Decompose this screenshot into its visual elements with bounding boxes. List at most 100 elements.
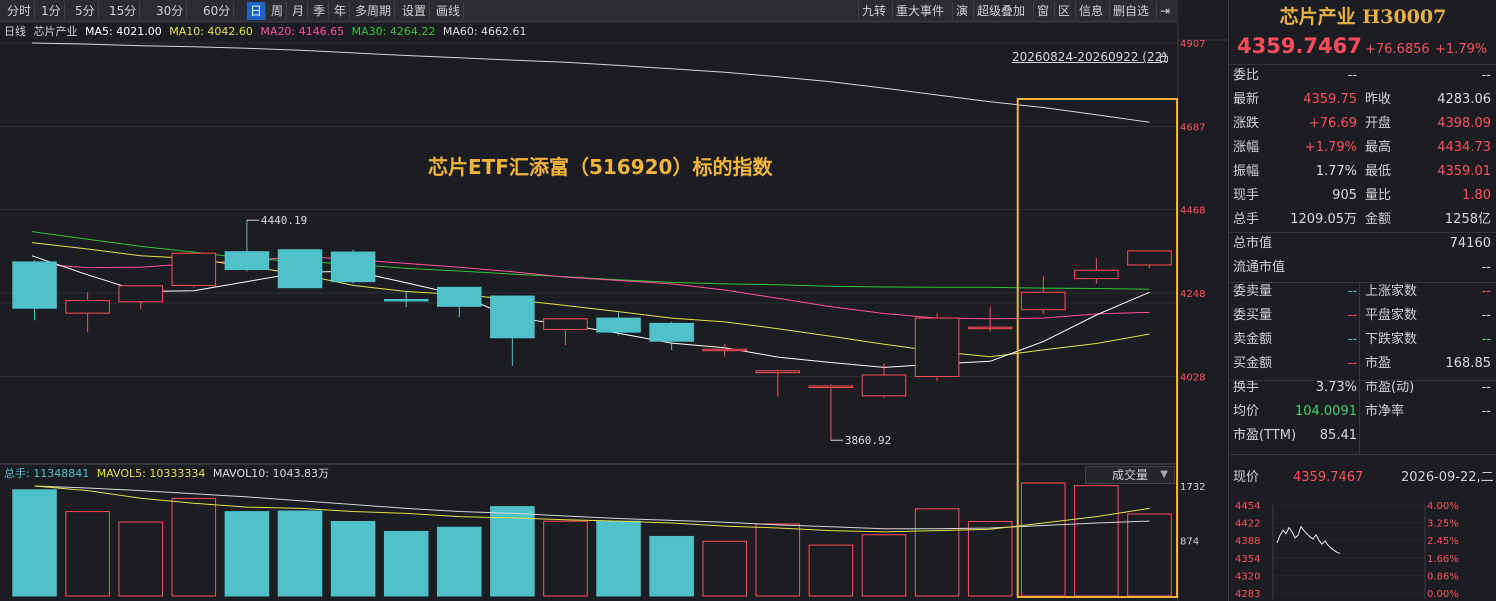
column-divider <box>1359 282 1360 454</box>
candle <box>171 252 217 288</box>
mini-pct-label: 2.45% <box>1427 536 1459 547</box>
volume-bar <box>596 520 641 597</box>
mini-price-label: 4354 <box>1235 554 1260 565</box>
quote-row: 流通市值 -- <box>1229 256 1496 280</box>
quote-v1: 4359.75 <box>1303 92 1357 107</box>
current-date: 2026-09-22,二 <box>1401 470 1494 485</box>
quote-v1: 1.77% <box>1315 164 1357 179</box>
ma60-value: MA60: 4662.61 <box>442 25 527 38</box>
candle <box>1021 276 1066 314</box>
quote-row: 总手 1209.05万 金额 1258亿 <box>1229 208 1496 232</box>
quote-l2: 下跌家数 <box>1365 332 1418 347</box>
candle-body <box>755 370 801 374</box>
quote-l2: 市盈 <box>1365 356 1392 371</box>
price-axis-label: 4028 <box>1180 372 1205 383</box>
sep-top <box>1229 64 1496 65</box>
sep-val <box>1229 380 1496 381</box>
quote-v1: -- <box>1347 284 1357 299</box>
quote-l1: 总手 <box>1233 212 1260 227</box>
quote-l1: 最新 <box>1233 92 1260 107</box>
volume-bar <box>861 534 907 597</box>
candle-body <box>1074 269 1119 280</box>
candle <box>543 318 588 346</box>
quote-l1: 买金额 <box>1233 356 1273 371</box>
candle <box>224 220 270 272</box>
lock-icon[interactable] <box>1159 52 1169 62</box>
candle <box>118 285 163 310</box>
mini-price-label: 4320 <box>1235 571 1260 582</box>
candle-body <box>224 251 270 271</box>
quote-l1: 委卖量 <box>1233 284 1273 299</box>
quote-v1: 104.0091 <box>1294 404 1357 419</box>
quote-row: 买金额 -- 市盈 168.85 <box>1229 352 1496 376</box>
candle <box>65 292 110 333</box>
volume-indicator-select[interactable]: 成交量 ▼ <box>1085 466 1175 484</box>
volume-indicator-line: 总手: 11348841 MAVOL5: 10333334 MAVOL10: 1… <box>4 466 333 482</box>
quote-l1: 振幅 <box>1233 164 1260 179</box>
candle <box>808 384 854 441</box>
quote-l2: 昨收 <box>1365 92 1392 107</box>
candle <box>702 343 747 357</box>
quote-v2: -- <box>1481 68 1491 83</box>
candle-body <box>437 286 482 307</box>
total-volume: 总手: 11348841 <box>4 467 90 480</box>
volume-bar <box>171 497 217 597</box>
candle-body <box>1021 291 1066 311</box>
candle-body <box>490 295 535 339</box>
current-price-value: 4359.7467 <box>1293 470 1364 485</box>
volume-bar <box>1127 513 1172 597</box>
candle-body <box>808 385 854 388</box>
mini-pct-label: 3.25% <box>1427 519 1459 530</box>
mavol10-value: MAVOL10: 1043.83万 <box>212 467 329 480</box>
volume-bar <box>808 544 854 597</box>
chart-annotation: 芯片ETF汇添富（516920）标的指数 <box>428 155 773 179</box>
candle-body <box>12 261 57 309</box>
quote-v1: -- <box>1347 332 1357 347</box>
candle-body <box>543 318 588 330</box>
last-price: 4359.7467 <box>1237 34 1362 58</box>
candle-body <box>861 374 907 397</box>
quote-v1: 905 <box>1332 188 1357 203</box>
price-axis-label: 4907 <box>1180 39 1205 50</box>
quote-l1: 总市值 <box>1233 236 1273 251</box>
quote-row: 卖金额 -- 下跌家数 -- <box>1229 328 1496 352</box>
price-axis-label: 4687 <box>1180 122 1205 133</box>
candle-body <box>277 249 323 289</box>
quote-row: 涨跌 +76.69 开盘 4398.09 <box>1229 112 1496 136</box>
mini-price-label: 4388 <box>1235 536 1260 547</box>
quote-v2: 74160 <box>1449 236 1491 251</box>
security-title: 芯片产业 H30007 <box>1279 6 1447 28</box>
volume-bar <box>330 521 376 597</box>
sep-depth <box>1229 282 1496 283</box>
high-mark-label: 4440.19 <box>261 214 307 227</box>
quote-v2: 4398.09 <box>1437 116 1491 131</box>
quote-l1: 流通市值 <box>1233 260 1286 275</box>
quote-l2: 开盘 <box>1365 116 1392 131</box>
quote-row: 最新 4359.75 昨收 4283.06 <box>1229 88 1496 112</box>
quote-l2: 最高 <box>1365 140 1392 155</box>
candle <box>596 312 641 336</box>
candle <box>12 260 57 321</box>
quote-v2: -- <box>1481 260 1491 275</box>
intraday-mini-chart[interactable]: 4454 4.00% 4422 3.25% 4388 2.45% 4354 1.66% 4320… <box>1229 489 1496 601</box>
mini-pct-label: 0.86% <box>1427 571 1459 582</box>
quote-v2: 4359.01 <box>1437 164 1491 179</box>
quote-row: 委买量 -- 平盘家数 -- <box>1229 304 1496 328</box>
quote-v2: 1.80 <box>1462 188 1491 203</box>
kline-chart[interactable]: 4907 4687 4468 4248 4028 1732 874 4440.19 3860… <box>0 0 1228 601</box>
quote-v1: +76.69 <box>1308 116 1357 131</box>
quote-v1: -- <box>1347 356 1357 371</box>
candle <box>490 295 535 366</box>
date-range-label[interactable]: 20260824-20260922 (22) <box>1012 50 1167 64</box>
quote-v1: 85.41 <box>1319 428 1357 443</box>
volume-bar <box>649 535 694 597</box>
quote-v1: -- <box>1347 308 1357 323</box>
candle <box>861 363 907 398</box>
low-mark-label: 3860.92 <box>845 434 891 447</box>
candle-body <box>649 322 694 342</box>
candle-body <box>967 326 1013 330</box>
quote-l2: 平盘家数 <box>1365 308 1418 323</box>
volume-bar <box>914 508 960 597</box>
candle <box>1074 258 1119 284</box>
sep-bottom <box>1229 454 1496 455</box>
